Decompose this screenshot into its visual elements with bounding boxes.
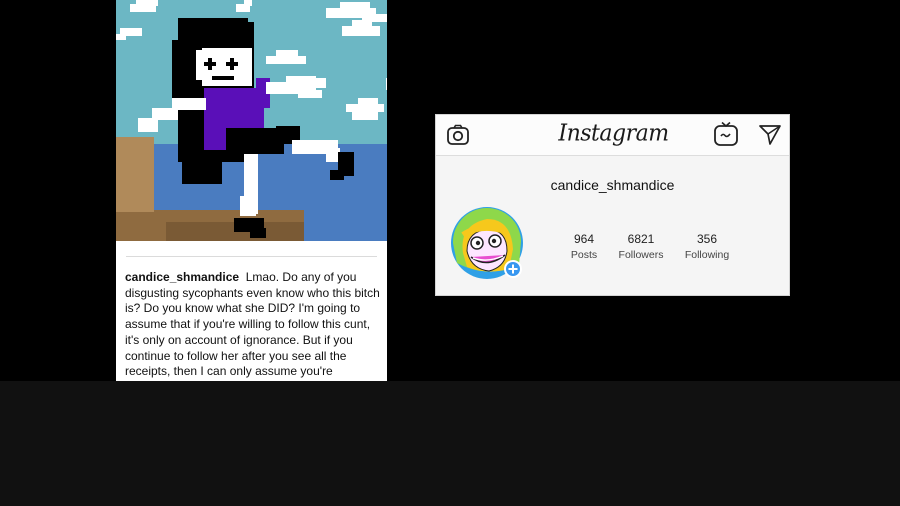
post-card: candice_shmandice Lmao. Do any of you di… <box>116 0 387 381</box>
stat-posts-value: 964 <box>573 232 595 246</box>
stat-posts-label: Posts <box>570 249 598 261</box>
stat-following[interactable]: 356 Following <box>677 232 737 262</box>
caption-text: Lmao. Do any of you disgusting sycophant… <box>125 270 380 379</box>
avatar[interactable] <box>449 205 525 281</box>
send-icon[interactable] <box>758 123 782 147</box>
stat-followers-value: 6821 <box>627 232 655 246</box>
profile-username: candice_shmandice <box>550 177 675 193</box>
app-header: Instagram <box>436 115 789 156</box>
post-caption: candice_shmandice Lmao. Do any of you di… <box>125 270 381 380</box>
camera-icon[interactable] <box>446 123 470 147</box>
stat-posts[interactable]: 964 Posts <box>554 232 614 262</box>
stat-followers[interactable]: 6821 Followers <box>611 232 671 262</box>
profile-card: Instagram candice_shmandice 964 Posts 68… <box>435 114 790 296</box>
bottom-band <box>0 381 900 506</box>
post-image[interactable] <box>116 0 387 241</box>
stat-following-label: Following <box>684 249 730 261</box>
post-divider <box>126 256 377 257</box>
stat-followers-label: Followers <box>618 249 664 261</box>
stat-following-value: 356 <box>696 232 718 246</box>
caption-username[interactable]: candice_shmandice <box>125 270 239 284</box>
igtv-icon[interactable] <box>713 121 739 147</box>
instagram-logo: Instagram <box>558 120 669 147</box>
